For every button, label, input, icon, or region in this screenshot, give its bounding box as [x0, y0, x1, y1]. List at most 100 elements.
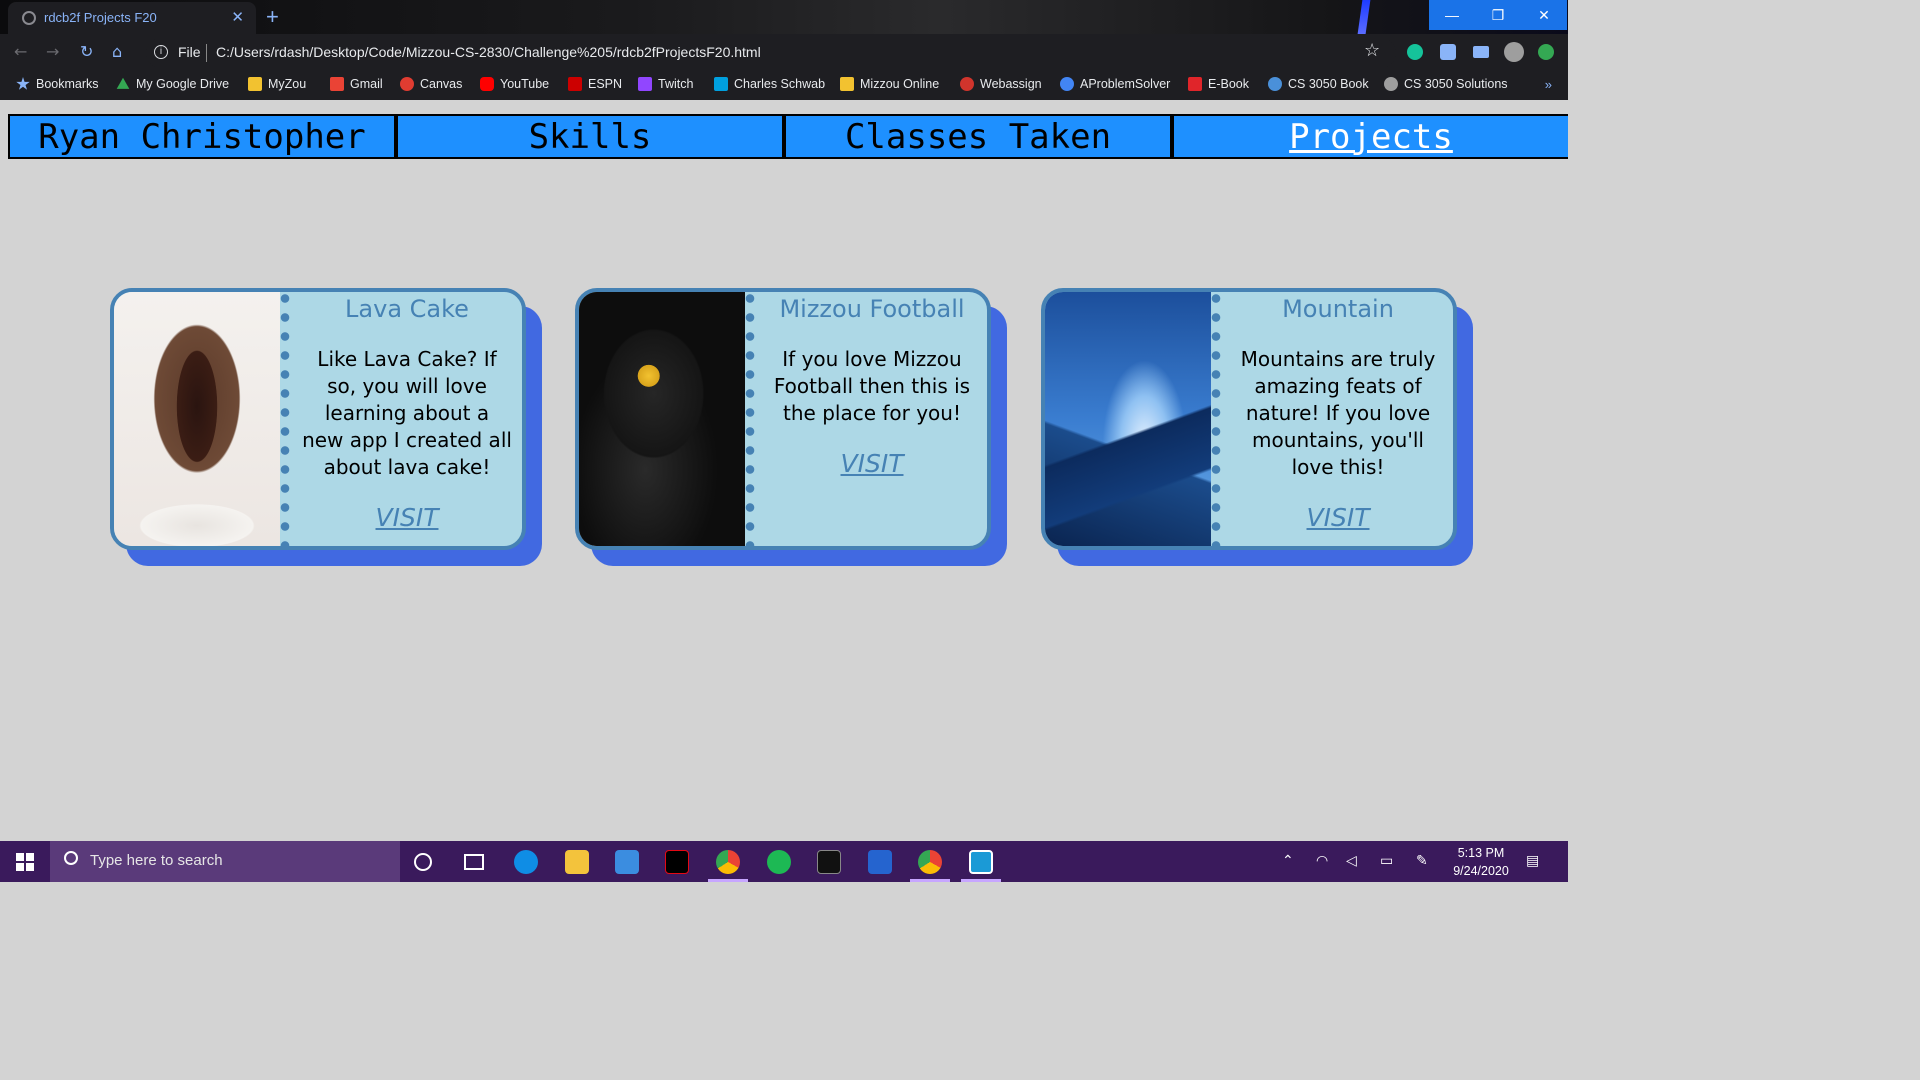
taskbar-search-box[interactable]: Type here to search [50, 841, 400, 882]
bookmark-label: Canvas [420, 77, 463, 91]
media-queue-icon[interactable] [1473, 46, 1489, 58]
file-explorer-icon[interactable] [565, 850, 589, 874]
bookmark-mizzou-online[interactable]: Mizzou Online [840, 77, 939, 91]
bookmark-twitch[interactable]: Twitch [638, 77, 693, 91]
football-helmet-image [579, 292, 745, 546]
task-view-icon[interactable] [464, 854, 484, 870]
card-body: Lava Cake Like Lava Cake? If so, you wil… [292, 292, 522, 546]
edge-browser-icon[interactable] [514, 850, 538, 874]
clock-date: 9/24/2020 [1453, 864, 1509, 878]
windows-start-icon[interactable] [16, 853, 34, 871]
chrome-icon[interactable] [716, 850, 740, 874]
grammarly-extension-icon[interactable] [1407, 44, 1423, 60]
todo-icon[interactable] [868, 850, 892, 874]
bookmark-label: E-Book [1208, 77, 1249, 91]
reload-icon[interactable]: ↻ [80, 42, 93, 61]
url-text[interactable]: C:/Users/rdash/Desktop/Code/Mizzou-CS-28… [216, 44, 761, 60]
browser-tab[interactable]: rdcb2f Projects F20 ✕ [8, 2, 256, 34]
site-navbar: Ryan Christopher Skills Classes Taken Pr… [8, 114, 1568, 159]
mizzou-icon [840, 77, 854, 91]
nav-item-projects[interactable]: Projects [1174, 116, 1568, 157]
card-title: Mizzou Football [779, 295, 965, 323]
bookmark-canvas[interactable]: Canvas [400, 77, 462, 91]
page-viewport: Ryan Christopher Skills Classes Taken Pr… [0, 100, 1568, 841]
project-card: Mizzou Football If you love Mizzou Footb… [575, 288, 991, 550]
bookmark-ebook[interactable]: E-Book [1188, 77, 1249, 91]
bookmark-charles-schwab[interactable]: Charles Schwab [714, 77, 825, 91]
clock-time: 5:13 PM [1457, 846, 1505, 860]
project-card-mountain: Mountain Mountains are truly amazing fea… [1041, 288, 1473, 568]
card-title: Mountain [1282, 295, 1394, 323]
aproblemsolver-icon [1060, 77, 1074, 91]
bookmark-espn[interactable]: ESPN [568, 77, 622, 91]
mail-icon[interactable] [615, 850, 639, 874]
cortana-icon[interactable] [414, 853, 432, 871]
schwab-icon [714, 77, 728, 91]
bookmark-myzou[interactable]: MyZou [248, 77, 306, 91]
ebook-icon [1188, 77, 1202, 91]
close-window-button[interactable]: ✕ [1521, 0, 1567, 30]
new-tab-button[interactable]: + [266, 4, 279, 30]
tab-close-icon[interactable]: ✕ [231, 8, 244, 26]
info-icon[interactable]: i [154, 45, 168, 59]
nav-label: Classes Taken [844, 116, 1112, 157]
taskbar-clock[interactable]: 5:13 PM 9/24/2020 [1448, 844, 1514, 880]
bookmark-label: Webassign [980, 77, 1042, 91]
forward-arrow-icon[interactable]: → [46, 42, 59, 61]
bookmark-cs3050-solutions[interactable]: CS 3050 Solutions [1384, 77, 1508, 91]
dotted-divider [280, 292, 290, 546]
chrome-icon[interactable] [918, 850, 942, 874]
profile-avatar[interactable] [1504, 42, 1524, 62]
battery-icon[interactable]: ▭ [1380, 852, 1393, 869]
notifications-icon[interactable]: ▤ [1526, 852, 1539, 869]
volume-icon[interactable]: ◁ [1346, 852, 1357, 869]
wifi-icon[interactable]: ◠ [1316, 852, 1328, 869]
update-icon[interactable] [1538, 44, 1554, 60]
mizzou-icon [248, 77, 262, 91]
address-bar[interactable]: i File C:/Users/rdash/Desktop/Code/Mizzo… [146, 38, 1396, 68]
bookmark-aproblemsolver[interactable]: AProblemSolver [1060, 77, 1170, 91]
bookmark-google-drive[interactable]: My Google Drive [116, 77, 229, 91]
chevron-up-icon[interactable]: ⌃ [1282, 852, 1294, 869]
globe-icon [1268, 77, 1282, 91]
home-icon[interactable]: ⌂ [112, 42, 122, 61]
browser-toolbar: ← → ↻ ⌂ i File C:/Users/rdash/Desktop/Co… [0, 34, 1568, 72]
lava-cake-image [114, 292, 280, 546]
twitch-icon [638, 77, 652, 91]
wordpress-icon [1384, 77, 1398, 91]
bookmark-bookmarks[interactable]: Bookmarks [16, 77, 99, 91]
project-card-lava-cake: Lava Cake Like Lava Cake? If so, you wil… [110, 288, 542, 568]
bookmark-label: Bookmarks [36, 77, 99, 91]
browser-titlebar: rdcb2f Projects F20 ✕ + — ❐ ✕ [0, 0, 1568, 34]
bookmark-label: CS 3050 Solutions [1404, 77, 1508, 91]
youtube-icon [480, 77, 494, 91]
app-icon[interactable] [969, 850, 993, 874]
back-arrow-icon[interactable]: ← [14, 42, 27, 61]
nav-item-classes[interactable]: Classes Taken [786, 116, 1174, 157]
bookmark-label: Gmail [350, 77, 383, 91]
gmail-icon [330, 77, 344, 91]
dotted-divider [1211, 292, 1221, 546]
bookmarks-overflow-button[interactable]: » [1545, 77, 1552, 92]
extensions-puzzle-icon[interactable] [1440, 44, 1456, 60]
bookmark-webassign[interactable]: Webassign [960, 77, 1042, 91]
nav-item-skills[interactable]: Skills [398, 116, 786, 157]
nav-label: Ryan Christopher [38, 116, 366, 157]
nav-item-home[interactable]: Ryan Christopher [10, 116, 398, 157]
bookmark-youtube[interactable]: YouTube [480, 77, 549, 91]
spotify-icon[interactable] [767, 850, 791, 874]
bookmark-cs3050-book[interactable]: CS 3050 Book [1268, 77, 1369, 91]
restore-button[interactable]: ❐ [1475, 0, 1521, 30]
bookmark-star-icon[interactable]: ☆ [1364, 40, 1380, 61]
visit-link[interactable]: VISIT [376, 503, 439, 532]
visit-link[interactable]: VISIT [841, 449, 904, 478]
terminal-icon[interactable] [817, 850, 841, 874]
bookmark-gmail[interactable]: Gmail [330, 77, 383, 91]
pen-icon[interactable]: ✎ [1416, 852, 1428, 869]
card-description: Mountains are truly amazing feats of nat… [1240, 347, 1436, 479]
visit-link[interactable]: VISIT [1307, 503, 1370, 532]
tab-title: rdcb2f Projects F20 [44, 10, 157, 25]
netflix-icon[interactable] [665, 850, 689, 874]
star-icon [16, 77, 30, 90]
minimize-button[interactable]: — [1429, 0, 1475, 30]
